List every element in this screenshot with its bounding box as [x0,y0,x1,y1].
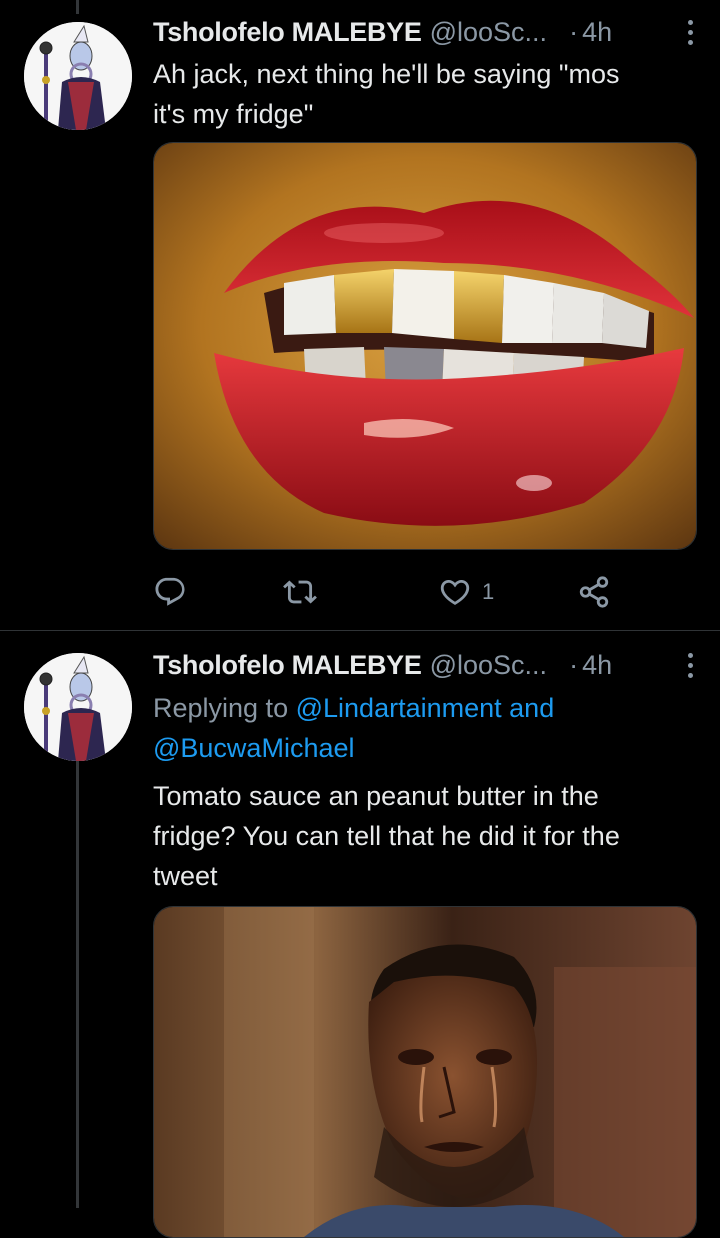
separator-dot: · [569,649,579,680]
tweet-text: Ah jack, next thing he'll be saying "mos… [153,54,693,134]
thread-line-top [76,0,79,14]
mention-link[interactable]: @BucwaMichael [153,733,355,763]
tweet-actions: 1 [153,572,623,612]
tweet-text-line: Ah jack, next thing he'll be saying "mos [153,59,620,89]
avatar-image [24,653,132,761]
thread-line [76,759,79,1208]
timestamp[interactable]: 4h [582,17,612,48]
more-options-icon[interactable] [680,14,700,50]
like-button[interactable]: 1 [438,572,494,612]
like-count: 1 [482,579,495,604]
reply-button[interactable] [153,572,187,612]
more-options-icon[interactable] [680,647,700,683]
replying-to-label: Replying to [153,693,289,723]
share-button[interactable] [577,572,611,612]
avatar[interactable] [24,22,132,130]
author-handle[interactable]: @looSc... [430,650,547,681]
tweet-text-line: fridge? You can tell that he did it for … [153,821,620,851]
reply-icon [155,577,185,606]
tweet-image[interactable] [153,142,697,550]
lips-gold-teeth-image [154,143,696,549]
share-icon [579,576,609,608]
tweet-text-line: tweet [153,861,218,891]
tweet-header: Tsholofelo MALEBYE @looSc... · 4h [153,14,700,50]
timestamp[interactable]: 4h [582,650,612,681]
mention-link[interactable]: @Lindartainment [296,693,502,723]
crying-man-image [154,907,696,1237]
heart-icon [440,579,470,605]
tweet-text: Tomato sauce an peanut butter in the fri… [153,776,693,896]
tweet-2[interactable]: Tsholofelo MALEBYE @looSc... · 4h Replyi… [0,631,720,1238]
tweet-text-line: it's my fridge" [153,99,314,129]
avatar[interactable] [24,653,132,761]
retweet-button[interactable] [283,572,317,612]
author-handle[interactable]: @looSc... [430,17,547,48]
replying-and: and [509,693,555,723]
tweet-text-line: Tomato sauce an peanut butter in the [153,781,599,811]
retweet-icon [283,580,317,604]
tweet-image[interactable] [153,906,697,1238]
avatar-image [24,22,132,130]
replying-to: Replying to @Lindartainment and @BucwaMi… [153,688,693,768]
tweet-1[interactable]: Tsholofelo MALEBYE @looSc... · 4h Ah jac… [0,0,720,630]
author-name[interactable]: Tsholofelo MALEBYE [153,17,422,48]
separator-dot: · [569,16,579,47]
author-name[interactable]: Tsholofelo MALEBYE [153,650,422,681]
tweet-header: Tsholofelo MALEBYE @looSc... · 4h [153,647,700,683]
